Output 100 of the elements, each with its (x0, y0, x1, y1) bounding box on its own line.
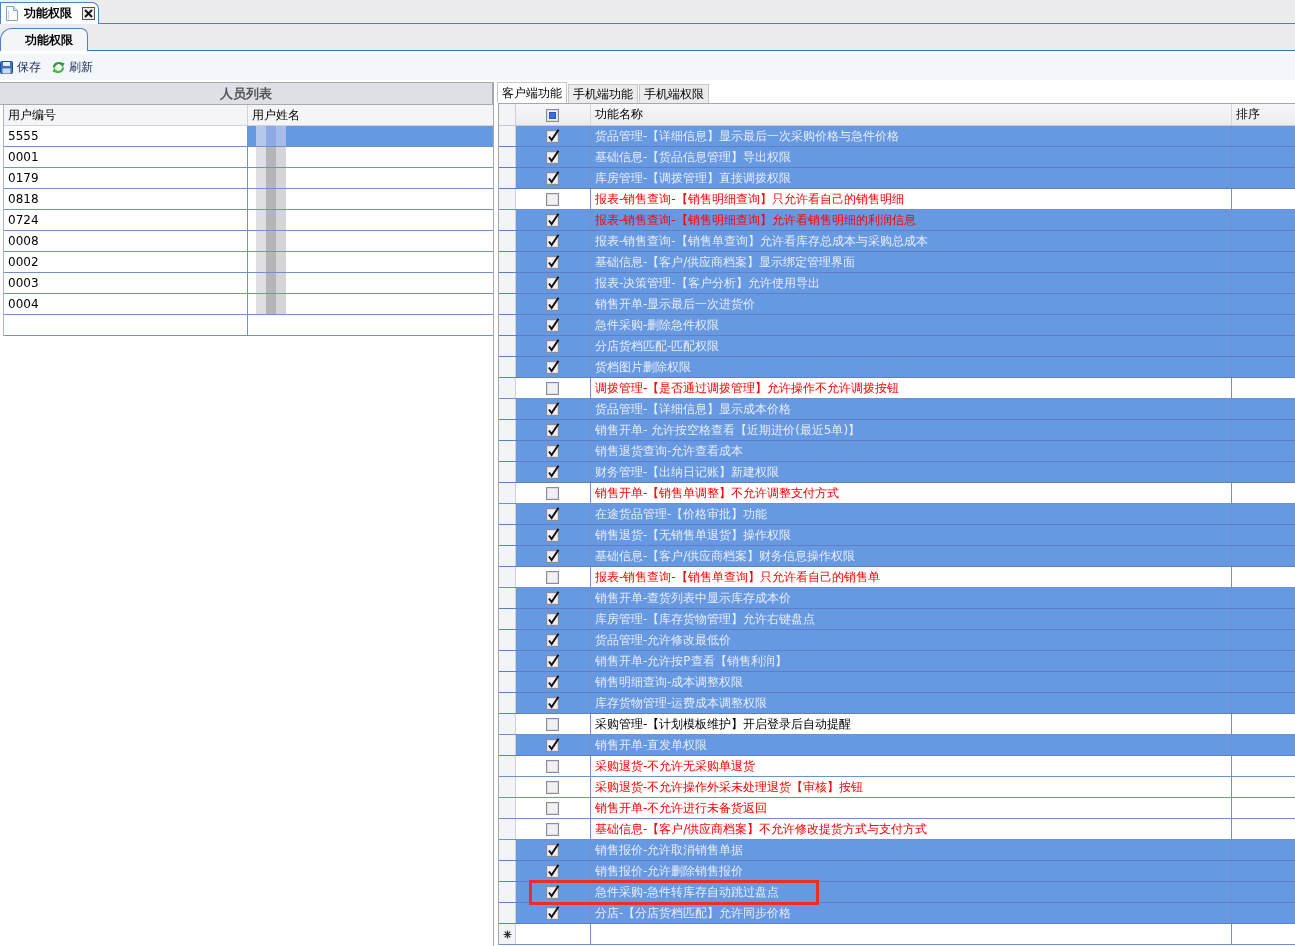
checkbox[interactable] (546, 843, 560, 857)
checkbox[interactable] (546, 213, 560, 227)
checkbox[interactable] (546, 654, 560, 668)
checkbox[interactable] (546, 696, 560, 710)
table-cell: 货品管理-【详细信息】显示最后一次采购价格与急件价格 (591, 126, 1232, 146)
checkbox[interactable] (546, 423, 560, 437)
checkbox[interactable] (546, 234, 560, 248)
table-row[interactable]: 分店-【分店货档匹配】允许同步价格 (499, 903, 1295, 924)
table-row[interactable]: 销售开单-不允许进行未备货返回 (499, 798, 1295, 819)
checkbox[interactable] (546, 486, 560, 500)
table-row[interactable]: 库房管理-【库存货物管理】允许右键盘点 (499, 609, 1295, 630)
table-row[interactable]: 库存货物管理-运费成本调整权限 (499, 693, 1295, 714)
tab[interactable]: 手机端权限 (639, 84, 709, 103)
table-row[interactable]: 基础信息-【客户/供应商档案】财务信息操作权限 (499, 546, 1295, 567)
checkbox[interactable] (546, 255, 560, 269)
table-row[interactable]: 基础信息-【客户/供应商档案】不允许修改提货方式与支付方式 (499, 819, 1295, 840)
checkbox[interactable] (546, 507, 560, 521)
checkbox[interactable] (546, 444, 560, 458)
checkbox[interactable] (546, 780, 560, 794)
table-cell: 0003 (4, 273, 248, 293)
table-row[interactable]: 采购管理-【计划模板维护】开启登录后自动提醒 (499, 714, 1295, 735)
checkbox[interactable] (546, 549, 560, 563)
checkbox[interactable] (546, 402, 560, 416)
checkbox[interactable] (546, 591, 560, 605)
table-row[interactable]: 分店货档匹配-匹配权限 (499, 336, 1295, 357)
checkbox[interactable] (546, 129, 560, 143)
table-row[interactable]: 货品管理-允许修改最低价 (499, 630, 1295, 651)
checkbox[interactable] (546, 633, 560, 647)
table-row[interactable]: 采购退货-不允许操作外采未处理退货【审核】按钮 (499, 777, 1295, 798)
tab[interactable]: 功能权限 (0, 28, 88, 51)
table-row[interactable]: 销售报价-允许删除销售报价 (499, 861, 1295, 882)
table-row[interactable]: 报表-销售查询-【销售单查询】允许看库存总成本与采购总成本 (499, 231, 1295, 252)
table-cell: 急件采购-急件转库存自动跳过盘点 (591, 882, 1232, 902)
table-row[interactable]: 货品管理-【详细信息】显示最后一次采购价格与急件价格 (499, 126, 1295, 147)
table-row[interactable]: 货档图片删除权限 (499, 357, 1295, 378)
checkbox[interactable] (546, 738, 560, 752)
table-row[interactable]: 销售报价-允许取消销售单据 (499, 840, 1295, 861)
checkbox[interactable] (546, 822, 560, 836)
table-row[interactable]: 在途货品管理-【价格审批】功能 (499, 504, 1295, 525)
checkbox[interactable] (546, 675, 560, 689)
checkbox[interactable] (546, 906, 560, 920)
table-row[interactable]: 销售开单-查货列表中显示库存成本价 (499, 588, 1295, 609)
table-row[interactable]: 采购退货-不允许无采购单退货 (499, 756, 1295, 777)
table-row[interactable]: 基础信息-【客户/供应商档案】显示绑定管理界面 (499, 252, 1295, 273)
checkbox[interactable] (546, 360, 560, 374)
table-row[interactable]: 销售开单-【销售单调整】不允许调整支付方式 (499, 483, 1295, 504)
table-row[interactable]: 销售明细查询-成本调整权限 (499, 672, 1295, 693)
table-row[interactable]: 销售开单- 允许按空格查看【近期进价(最近5单)】 (499, 420, 1295, 441)
column-header[interactable]: 功能名称 (591, 104, 1232, 125)
table-row[interactable]: 基础信息-【货品信息管理】导出权限 (499, 147, 1295, 168)
checkbox[interactable] (546, 801, 560, 815)
checkbox[interactable] (546, 528, 560, 542)
table-row[interactable]: 销售开单-显示最后一次进货价 (499, 294, 1295, 315)
table-row[interactable]: 急件采购-急件转库存自动跳过盘点 (499, 882, 1295, 903)
checkbox[interactable] (546, 612, 560, 626)
table-cell: 库房管理-【调拨管理】直接调拨权限 (591, 168, 1232, 188)
checkbox[interactable] (546, 717, 560, 731)
table-cell: 在途货品管理-【价格审批】功能 (591, 504, 1232, 524)
table-row[interactable]: 调拨管理-【是否通过调拨管理】允许操作不允许调拨按钮 (499, 378, 1295, 399)
table-row[interactable]: 销售退货-【无销售单退货】操作权限 (499, 525, 1295, 546)
table-row[interactable]: 急件采购-删除急件权限 (499, 315, 1295, 336)
checkbox[interactable] (546, 381, 560, 395)
refresh-button[interactable]: 刷新 (52, 56, 93, 78)
document-tab[interactable]: 功能权限 (0, 2, 99, 24)
table-row[interactable]: 货品管理-【详细信息】显示成本价格 (499, 399, 1295, 420)
table-cell[interactable] (248, 126, 493, 146)
checkbox[interactable] (546, 150, 560, 164)
checkbox[interactable] (546, 759, 560, 773)
tab[interactable]: 手机端功能 (568, 84, 638, 103)
column-header[interactable]: 用户编号 (4, 105, 248, 125)
table-row[interactable]: 库房管理-【调拨管理】直接调拨权限 (499, 168, 1295, 189)
table-row[interactable]: 报表-销售查询-【销售明细查询】只允许看自己的销售明细 (499, 189, 1295, 210)
table-row[interactable]: 报表-销售查询-【销售单查询】只允许看自己的销售单 (499, 567, 1295, 588)
checkbox[interactable] (546, 297, 560, 311)
checkbox[interactable] (546, 318, 560, 332)
select-all-checkbox[interactable] (546, 107, 560, 122)
checkbox[interactable] (546, 339, 560, 353)
tab[interactable]: 客户端功能 (497, 82, 567, 103)
new-row[interactable] (4, 315, 493, 336)
column-header[interactable]: 用户姓名 (248, 105, 493, 125)
checkbox[interactable] (546, 276, 560, 290)
table-row[interactable]: 销售开单-直发单权限 (499, 735, 1295, 756)
table-cell: 报表-销售查询-【销售单查询】允许看库存总成本与采购总成本 (591, 231, 1232, 251)
checkbox[interactable] (546, 465, 560, 479)
table-row[interactable]: 报表-决策管理-【客户分析】允许使用导出 (499, 273, 1295, 294)
checkbox[interactable] (546, 885, 560, 899)
table-row[interactable]: 财务管理-【出纳日记账】新建权限 (499, 462, 1295, 483)
table-row[interactable]: 报表-销售查询-【销售明细查询】允许看销售明细的利润信息 (499, 210, 1295, 231)
table-cell: 采购退货-不允许无采购单退货 (591, 756, 1232, 776)
checkbox[interactable] (546, 192, 560, 206)
table-row[interactable]: 销售退货查询-允许查看成本 (499, 441, 1295, 462)
save-button[interactable]: 保存 (0, 56, 41, 78)
table-cell: 货品管理-【详细信息】显示成本价格 (591, 399, 1232, 419)
table-cell: 财务管理-【出纳日记账】新建权限 (591, 462, 1232, 482)
checkbox[interactable] (546, 570, 560, 584)
column-header[interactable]: 排序 (1232, 104, 1295, 125)
checkbox[interactable] (546, 171, 560, 185)
checkbox[interactable] (546, 864, 560, 878)
close-icon[interactable] (82, 7, 95, 20)
table-row[interactable]: 销售开单-允许按P查看【销售利润】 (499, 651, 1295, 672)
